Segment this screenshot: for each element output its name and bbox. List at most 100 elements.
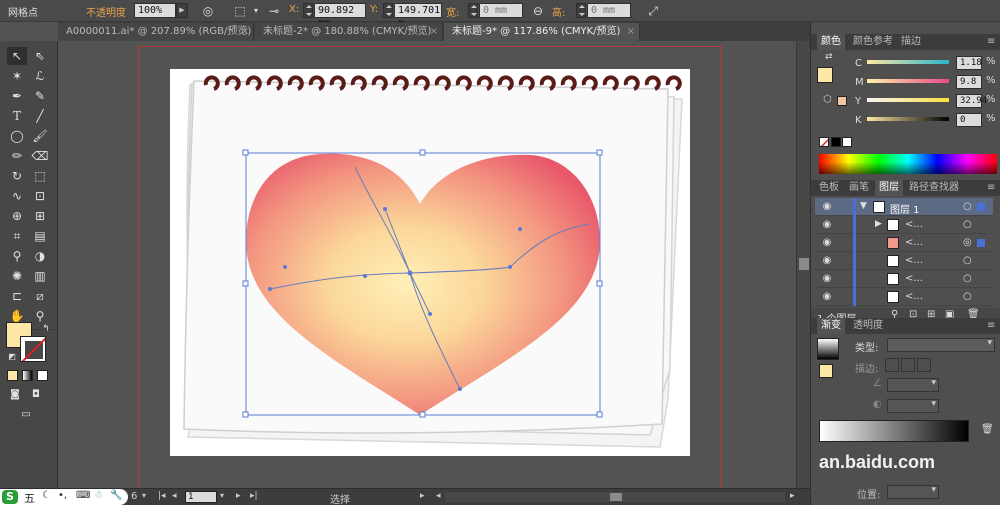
target-icon[interactable]: ◎ xyxy=(963,237,972,248)
target-icon[interactable]: ○ xyxy=(963,219,972,230)
draw-behind-icon[interactable]: ◘ xyxy=(26,386,46,404)
channel-c-field[interactable]: 1.18 xyxy=(956,56,982,70)
layer-row[interactable]: ◉ ▼ 图层 1 ○ xyxy=(815,198,993,216)
gradient-fill-swatch[interactable] xyxy=(819,364,833,378)
ime-mode[interactable]: 五 xyxy=(24,490,35,505)
eyedropper-tool-icon[interactable]: ⚲ xyxy=(7,247,27,265)
rotate-tool-icon[interactable]: ↻ xyxy=(7,167,27,185)
visibility-eye-icon[interactable]: ◉ xyxy=(821,255,833,267)
none-color-icon[interactable] xyxy=(819,137,829,147)
punctuation-icon[interactable]: •, xyxy=(58,490,67,501)
channel-y-slider[interactable] xyxy=(867,98,949,102)
zoom-value[interactable]: 6 xyxy=(131,491,137,502)
visibility-eye-icon[interactable]: ◉ xyxy=(821,237,833,249)
column-graph-tool-icon[interactable]: ▥ xyxy=(30,267,50,285)
swap-colors-icon[interactable]: ⇄ xyxy=(825,52,833,62)
link-icon[interactable]: ⊖ xyxy=(530,3,546,19)
anchor-convert-icon[interactable]: ⊸ xyxy=(266,3,282,19)
layer-row[interactable]: ◉ <... ○ xyxy=(815,288,993,306)
layer-name[interactable]: 图层 1 xyxy=(890,201,920,216)
page-dropdown-icon[interactable]: ▾ xyxy=(220,491,224,500)
tab-color-guide[interactable]: 颜色参考 xyxy=(849,34,897,50)
first-page-icon[interactable]: |◂ xyxy=(158,491,166,501)
none-mode-icon[interactable] xyxy=(37,370,48,381)
layer-row[interactable]: ◉ <... ○ xyxy=(815,270,993,288)
tab-document-3[interactable]: 未标题-9* @ 117.86% (CMYK/预览) × xyxy=(444,23,640,41)
last-page-icon[interactable]: ▸| xyxy=(250,491,258,501)
close-icon[interactable]: × xyxy=(430,23,438,41)
symbol-sprayer-tool-icon[interactable]: ✺ xyxy=(7,267,27,285)
width-field[interactable]: 0 mm xyxy=(479,3,523,18)
default-colors-icon[interactable]: ◩ xyxy=(2,348,22,366)
layer-row[interactable]: ◉ <... ◎ xyxy=(815,234,993,252)
layer-name[interactable]: <... xyxy=(905,237,923,248)
panel-menu-icon[interactable]: ≡ xyxy=(983,180,999,196)
ime-logo-icon[interactable]: S xyxy=(2,490,18,504)
blend-tool-icon[interactable]: ◑ xyxy=(30,247,50,265)
layer-row[interactable]: ◉ ▶ <... ○ xyxy=(815,216,993,234)
type-tool-icon[interactable]: T xyxy=(7,107,27,125)
mesh-tool-icon[interactable]: ⌗ xyxy=(7,227,27,245)
free-transform-tool-icon[interactable]: ⊡ xyxy=(30,187,50,205)
tab-color[interactable]: 颜色 xyxy=(817,34,845,50)
target-icon[interactable]: ○ xyxy=(963,273,972,284)
artboard[interactable] xyxy=(170,69,690,456)
tab-stroke[interactable]: 描边 xyxy=(897,34,925,50)
layer-row[interactable]: ◉ <... ○ xyxy=(815,252,993,270)
channel-k-slider[interactable] xyxy=(867,117,949,121)
line-tool-icon[interactable]: ╱ xyxy=(30,107,50,125)
aspect-dropdown[interactable] xyxy=(887,399,939,413)
layer-name[interactable]: <... xyxy=(905,219,923,230)
selection-indicator[interactable] xyxy=(977,203,985,211)
pen-tool-icon[interactable]: ✒ xyxy=(7,87,27,105)
visibility-eye-icon[interactable]: ◉ xyxy=(821,291,833,303)
type-dropdown[interactable] xyxy=(887,338,995,352)
opacity-field[interactable]: 100% xyxy=(134,3,176,18)
out-of-gamut-icon[interactable]: ⬡ xyxy=(823,94,832,105)
delete-stop-icon[interactable]: 🗑 xyxy=(981,424,994,435)
y-spinner[interactable] xyxy=(383,3,393,18)
keyboard-icon[interactable]: ⌨ xyxy=(76,490,90,501)
prev-page-icon[interactable]: ◂ xyxy=(172,491,177,501)
recolor-icon[interactable]: ◎ xyxy=(200,3,216,19)
layer-name[interactable]: <... xyxy=(905,255,923,266)
channel-y-field[interactable]: 32.94 xyxy=(956,94,987,108)
draw-normal-icon[interactable]: ◙ xyxy=(5,386,25,404)
stroke-along-button[interactable] xyxy=(901,358,915,372)
visibility-eye-icon[interactable]: ◉ xyxy=(821,273,833,285)
moon-icon[interactable]: ☾ xyxy=(42,490,51,501)
lasso-tool-icon[interactable]: ℒ xyxy=(30,67,50,85)
channel-m-slider[interactable] xyxy=(867,79,949,83)
gradient-tool-icon[interactable]: ▤ xyxy=(30,227,50,245)
selection-indicator[interactable] xyxy=(977,239,985,247)
width-spinner[interactable] xyxy=(468,3,478,18)
target-icon[interactable]: ○ xyxy=(963,255,972,266)
panel-menu-icon[interactable]: ≡ xyxy=(983,318,999,334)
close-icon[interactable]: × xyxy=(627,23,635,41)
opacity-label[interactable]: 不透明度 xyxy=(86,4,126,19)
skin-icon[interactable]: ☃ xyxy=(94,490,103,501)
paintbrush-tool-icon[interactable]: 🖌 xyxy=(30,127,50,145)
white-swatch[interactable] xyxy=(842,137,852,147)
expand-arrow-icon[interactable]: ▼ xyxy=(860,201,867,211)
height-field[interactable]: 0 mm xyxy=(587,3,631,18)
slice-tool-icon[interactable]: ⧄ xyxy=(30,287,50,305)
gamut-swatch[interactable] xyxy=(837,96,847,106)
tab-document-2[interactable]: 未标题-2* @ 180.88% (CMYK/预览) × xyxy=(255,23,443,41)
tab-document-1[interactable]: A0000011.ai* @ 207.89% (RGB/预览) × xyxy=(58,23,254,41)
position-dropdown[interactable] xyxy=(887,485,939,499)
black-swatch[interactable] xyxy=(831,137,841,147)
close-icon[interactable]: × xyxy=(241,23,249,41)
angle-dropdown[interactable] xyxy=(887,378,939,392)
warp-tool-icon[interactable]: ∿ xyxy=(7,187,27,205)
horizontal-scrollbar-thumb[interactable] xyxy=(610,493,622,501)
canvas-area[interactable] xyxy=(58,41,810,488)
color-fill-swatch[interactable] xyxy=(817,67,833,83)
next-page-icon[interactable]: ▸ xyxy=(236,491,241,501)
tab-pathfinder[interactable]: 路径查找器 xyxy=(905,180,963,196)
tab-layers[interactable]: 图层 xyxy=(875,180,903,196)
target-icon[interactable]: ○ xyxy=(963,201,972,212)
visibility-eye-icon[interactable]: ◉ xyxy=(821,219,833,231)
page-field[interactable]: 1 xyxy=(185,491,217,503)
tab-transparency[interactable]: 透明度 xyxy=(849,318,887,334)
